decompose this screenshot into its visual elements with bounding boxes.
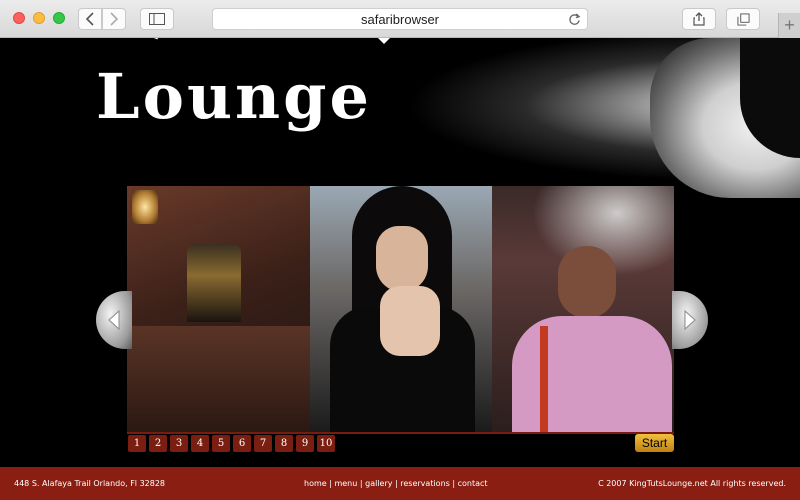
share-button[interactable] bbox=[682, 8, 716, 30]
slideshow-pager: 1 2 3 4 5 6 7 8 9 10 bbox=[128, 435, 335, 452]
man-shirt-image bbox=[512, 316, 672, 432]
photo-slideshow[interactable] bbox=[127, 186, 674, 434]
footer-nav: home | menu | gallery | reservations | c… bbox=[304, 479, 488, 488]
slideshow-page-button[interactable]: 8 bbox=[275, 435, 293, 452]
woman-hand-image bbox=[380, 286, 440, 356]
zoom-window-button[interactable] bbox=[53, 12, 65, 24]
slideshow-prev-button[interactable] bbox=[96, 291, 132, 349]
slideshow-page-button[interactable]: 6 bbox=[233, 435, 251, 452]
footer-link-gallery[interactable]: gallery bbox=[365, 479, 392, 488]
chevron-left-icon bbox=[85, 12, 94, 26]
url-text: safaribrowser bbox=[360, 11, 440, 27]
woman-face-image bbox=[376, 226, 428, 292]
pharaoh-painting-image bbox=[187, 244, 241, 322]
logo-ornament bbox=[153, 38, 390, 44]
show-tabs-button[interactable] bbox=[726, 8, 760, 30]
footer-link-contact[interactable]: contact bbox=[458, 479, 488, 488]
web-page: Lounge 1 2 3 4 5 6 7 8 9 10 Start 448 S. Alafaya … bbox=[0, 38, 800, 500]
footer-nav-separator: | bbox=[357, 479, 366, 488]
slideshow-next-button[interactable] bbox=[672, 291, 708, 349]
lantern-image bbox=[132, 190, 158, 224]
sidebar-icon bbox=[149, 13, 165, 25]
share-icon bbox=[693, 12, 705, 26]
hookah-hose-image bbox=[540, 326, 548, 432]
footer-copyright: C 2007 KingTutsLounge.net All rights res… bbox=[598, 479, 786, 488]
forward-button[interactable] bbox=[102, 8, 126, 30]
address-bar[interactable]: safaribrowser bbox=[212, 8, 588, 30]
reload-icon[interactable] bbox=[568, 13, 581, 26]
sidebar-toggle-button[interactable] bbox=[140, 8, 174, 30]
close-window-button[interactable] bbox=[13, 12, 25, 24]
slideshow-page-button[interactable]: 5 bbox=[212, 435, 230, 452]
footer-link-menu[interactable]: menu bbox=[334, 479, 357, 488]
slide-man-hookah bbox=[492, 186, 674, 432]
browser-toolbar: safaribrowser + bbox=[0, 0, 800, 38]
slide-woman-hookah bbox=[310, 186, 492, 432]
triangle-right-icon bbox=[684, 309, 696, 331]
footer-link-reservations[interactable]: reservations bbox=[400, 479, 450, 488]
tabs-icon bbox=[736, 12, 750, 26]
chevron-right-icon bbox=[110, 12, 119, 26]
slideshow-page-button[interactable]: 2 bbox=[149, 435, 167, 452]
footer-link-home[interactable]: home bbox=[304, 479, 327, 488]
slideshow-page-button[interactable]: 7 bbox=[254, 435, 272, 452]
man-face-image bbox=[558, 246, 616, 318]
footer-address: 448 S. Alafaya Trail Orlando, Fl 32828 bbox=[14, 479, 166, 488]
slideshow-start-button[interactable]: Start bbox=[635, 434, 674, 452]
triangle-left-icon bbox=[108, 309, 120, 331]
back-button[interactable] bbox=[78, 8, 102, 30]
minimize-window-button[interactable] bbox=[33, 12, 45, 24]
slideshow-page-button[interactable]: 9 bbox=[296, 435, 314, 452]
slideshow-page-button[interactable]: 10 bbox=[317, 435, 335, 452]
slideshow-page-button[interactable]: 3 bbox=[170, 435, 188, 452]
slideshow-page-button[interactable]: 1 bbox=[128, 435, 146, 452]
plus-icon: + bbox=[784, 15, 795, 35]
slideshow-page-button[interactable]: 4 bbox=[191, 435, 209, 452]
footer-nav-separator: | bbox=[449, 479, 458, 488]
lounge-seating-image bbox=[127, 326, 310, 432]
site-logo[interactable]: Lounge bbox=[96, 60, 372, 133]
slide-lounge-interior bbox=[127, 186, 310, 432]
new-tab-button[interactable]: + bbox=[778, 13, 800, 38]
site-footer: 448 S. Alafaya Trail Orlando, Fl 32828 h… bbox=[0, 467, 800, 500]
